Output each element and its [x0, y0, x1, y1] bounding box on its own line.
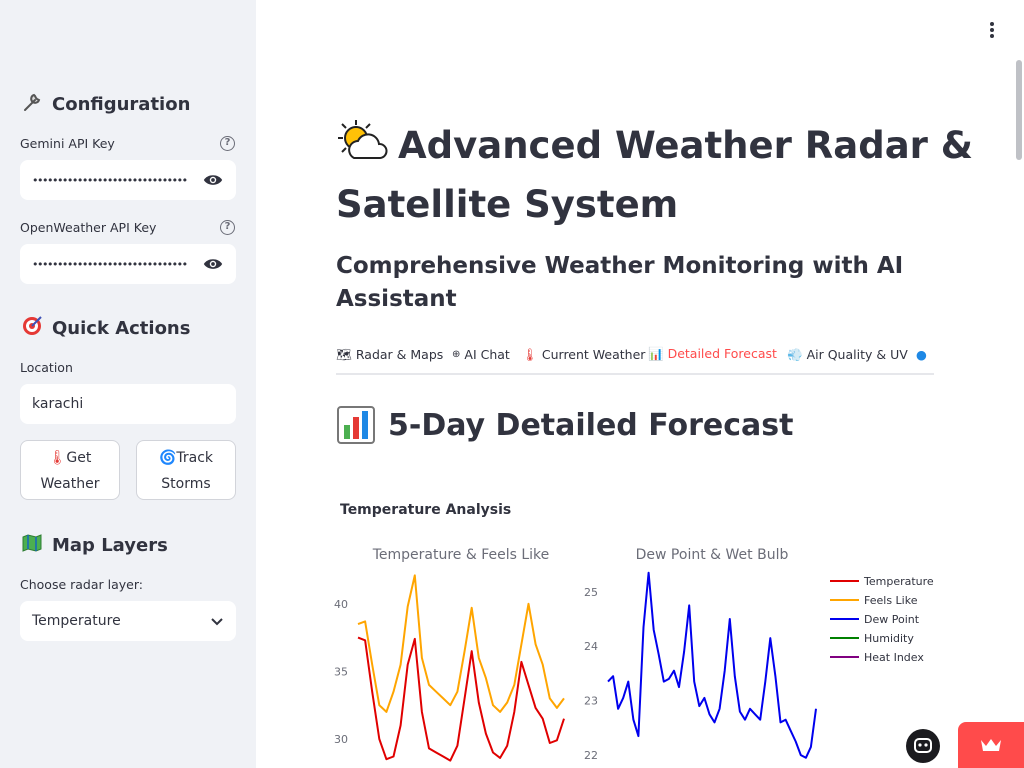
gemini-api-key-label: Gemini API Key	[20, 136, 115, 151]
eye-icon[interactable]	[202, 253, 224, 275]
series-line-dew-point	[607, 571, 817, 759]
thermometer-icon: 🌡	[522, 346, 538, 362]
tab-air-quality-uv[interactable]: 💨 Air Quality & UV	[787, 338, 908, 373]
y-tick-label: 30	[334, 733, 348, 746]
y-tick-label: 22	[584, 749, 598, 762]
page-subtitle: Comprehensive Weather Monitoring with AI…	[336, 253, 904, 312]
y-tick-label: 40	[334, 598, 348, 611]
section-heading: 5-Day Detailed Forecast	[336, 405, 793, 445]
get-weather-button[interactable]: 🌡Get Weather	[20, 440, 120, 500]
robot-icon: ⊕	[452, 349, 461, 360]
radar-layer-select[interactable]: Temperature	[20, 601, 236, 641]
series-line-feels-like	[357, 574, 565, 713]
quick-actions-heading: Quick Actions	[20, 315, 190, 342]
chart-title: Dew Point & Wet Bulb	[636, 547, 789, 563]
tab-overflow[interactable]: ●	[916, 338, 927, 373]
legend-entry: Humidity	[864, 632, 914, 645]
track-storms-button[interactable]: 🌀Track Storms	[136, 440, 236, 500]
y-tick-label: 25	[584, 586, 598, 599]
y-tick-label: 24	[584, 640, 598, 653]
globe-icon: ●	[916, 347, 927, 362]
legend-entry: Heat Index	[864, 651, 924, 664]
chart-title: Temperature & Feels Like	[372, 547, 550, 563]
openweather-api-key-label: OpenWeather API Key	[20, 220, 157, 235]
map-layers-heading: Map Layers	[20, 532, 168, 559]
chevron-down-icon	[211, 618, 223, 626]
configuration-heading: Configuration	[20, 91, 190, 118]
cyclone-icon: 🌀	[158, 450, 177, 466]
legend-entry: Temperature	[863, 575, 934, 588]
gemini-api-key-input[interactable]: •••••••••••••••••••••••••••••••	[20, 160, 236, 200]
temperature-analysis-chart: Temperature & Feels Like 30 35 40 Dew Point …	[334, 547, 934, 762]
tab-ai-chat[interactable]: ⊕ AI Chat	[452, 338, 510, 373]
y-tick-label: 35	[334, 665, 348, 678]
bot-avatar-icon[interactable]	[906, 729, 940, 763]
bar-chart-icon: 📊	[648, 345, 664, 361]
thermometer-icon: 🌡	[48, 450, 67, 466]
map-icon	[20, 532, 44, 559]
series-line-temperature	[357, 636, 565, 762]
location-label: Location	[20, 360, 73, 375]
map-icon: 🗺	[336, 346, 352, 362]
tab-current-weather[interactable]: 🌡 Current Weather	[522, 338, 645, 373]
wind-icon: 💨	[787, 346, 803, 362]
tab-detailed-forecast[interactable]: 📊 Detailed Forecast	[648, 338, 777, 373]
tab-radar-maps[interactable]: 🗺 Radar & Maps	[336, 338, 443, 373]
crown-icon[interactable]	[958, 722, 1024, 768]
location-input[interactable]: karachi	[20, 384, 236, 424]
target-icon	[20, 315, 44, 342]
openweather-api-key-input[interactable]: •••••••••••••••••••••••••••••••	[20, 244, 236, 284]
tab-bar: 🗺 Radar & Maps ⊕ AI Chat 🌡 Current Weather …	[336, 338, 934, 375]
more-menu-icon[interactable]	[984, 20, 1000, 40]
sidebar: Configuration Gemini API Key ? •••••••••…	[0, 0, 256, 768]
legend-entry: Dew Point	[864, 613, 920, 626]
radar-layer-label: Choose radar layer:	[20, 577, 143, 592]
scrollbar[interactable]	[1016, 60, 1022, 160]
help-icon[interactable]: ?	[220, 220, 235, 235]
wrench-icon	[20, 91, 44, 118]
chart-caption: Temperature Analysis	[340, 502, 512, 518]
y-tick-label: 23	[584, 695, 598, 708]
eye-icon[interactable]	[202, 169, 224, 191]
legend-entry: Feels Like	[864, 594, 918, 607]
help-icon[interactable]: ?	[220, 136, 235, 151]
sun-behind-cloud-icon	[336, 118, 388, 178]
page-title: Advanced Weather Radar & Satellite Syste…	[336, 118, 976, 231]
bar-chart-icon	[337, 406, 375, 444]
